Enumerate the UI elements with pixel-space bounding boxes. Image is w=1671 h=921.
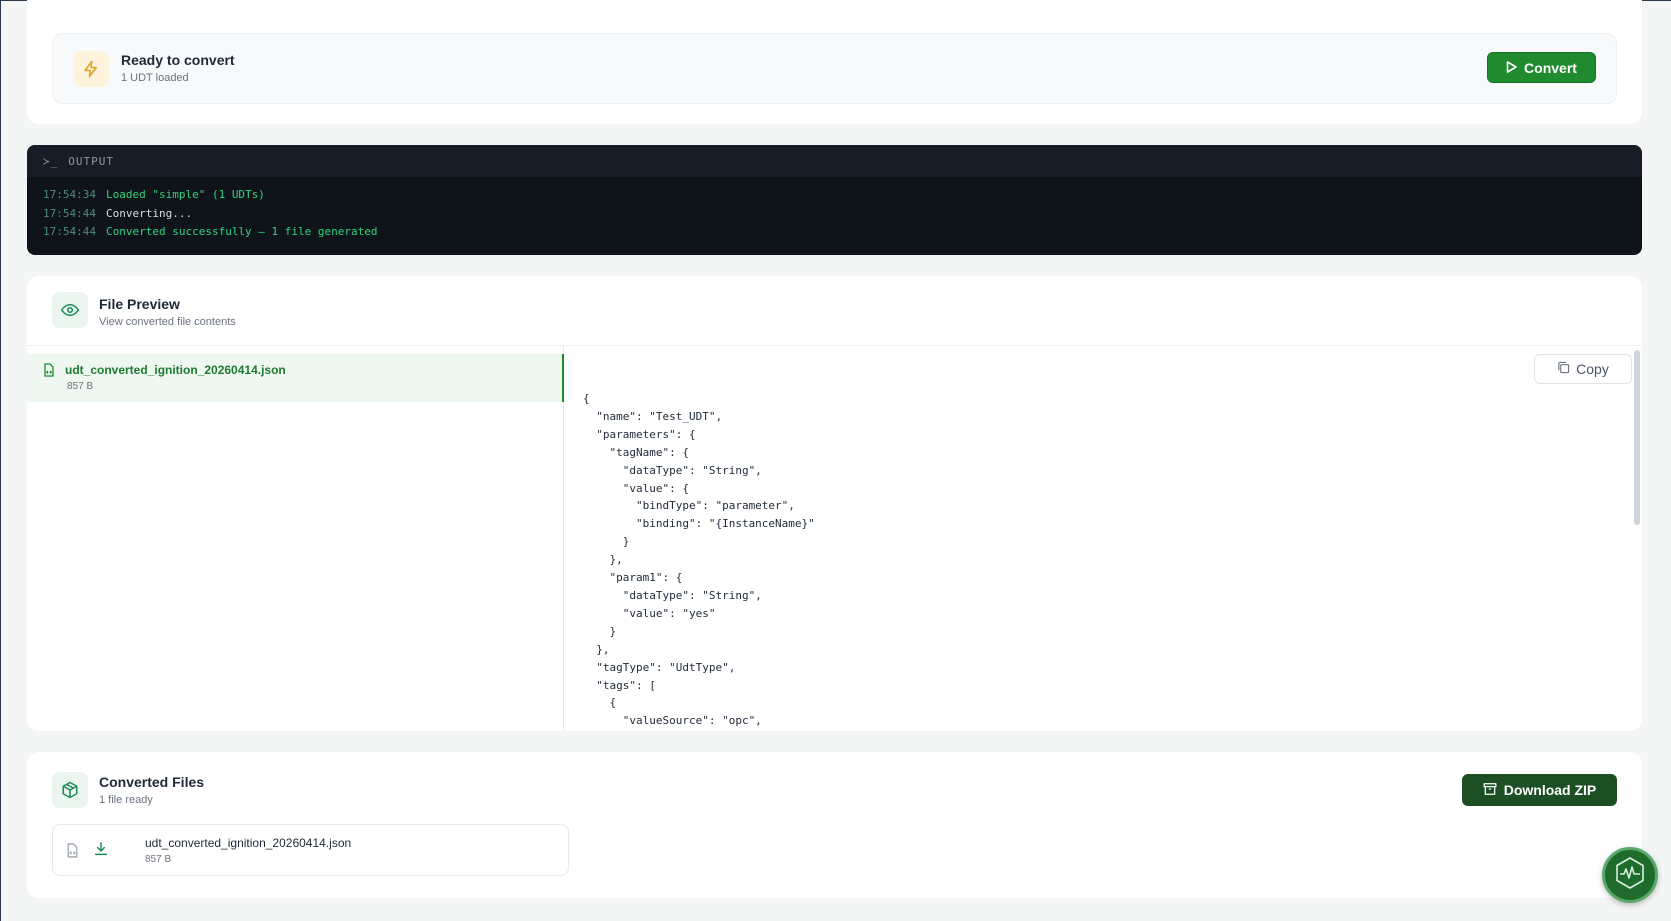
convert-button[interactable]: Convert — [1487, 52, 1596, 83]
terminal-icon: ≻_ — [43, 154, 59, 168]
code-viewer: Copy { "name": "Test_UDT", "parameters":… — [565, 346, 1642, 731]
copy-label: Copy — [1576, 361, 1609, 377]
log-line: 17:54:44 Converted successfully — 1 file… — [43, 223, 1642, 242]
converted-file-row[interactable]: udt_converted_ignition_20260414.json 857… — [52, 824, 569, 876]
preview-file-name: udt_converted_ignition_20260414.json — [65, 363, 286, 377]
log-line: 17:54:34 Loaded "simple" (1 UDTs) — [43, 186, 1642, 205]
preview-file-list: udt_converted_ignition_20260414.json 857… — [27, 346, 564, 731]
copy-icon — [1557, 361, 1570, 377]
convert-card: Ready to convert 1 UDT loaded Convert — [27, 0, 1642, 124]
download-zip-button[interactable]: Download ZIP — [1462, 774, 1617, 806]
output-header: ≻_ OUTPUT — [27, 145, 1642, 177]
preview-subtitle: View converted file contents — [99, 316, 236, 328]
download-zip-label: Download ZIP — [1503, 782, 1597, 798]
log-time: 17:54:34 — [43, 188, 96, 201]
play-icon — [1506, 60, 1517, 76]
log-time: 17:54:44 — [43, 206, 96, 220]
ready-title: Ready to convert — [121, 52, 235, 68]
log-message: Converting... — [105, 206, 193, 220]
bolt-icon — [73, 51, 109, 87]
preview-file-size: 857 B — [67, 381, 94, 392]
eye-icon — [52, 292, 88, 328]
output-title: OUTPUT — [68, 154, 114, 168]
converted-subtitle: 1 file ready — [99, 794, 153, 806]
scrollbar[interactable] — [1634, 350, 1640, 525]
preview-title: File Preview — [99, 296, 180, 312]
log-time: 17:54:44 — [43, 225, 96, 238]
download-icon[interactable] — [93, 841, 109, 862]
preview-file-item[interactable]: udt_converted_ignition_20260414.json 857… — [27, 354, 564, 402]
output-log: 17:54:34 Loaded "simple" (1 UDTs) 17:54:… — [27, 177, 1642, 242]
assistant-fab-button[interactable] — [1602, 847, 1658, 903]
waveform-logo-icon — [1612, 855, 1648, 896]
file-preview-card: File Preview View converted file content… — [27, 276, 1642, 731]
code-file-icon — [66, 843, 79, 863]
log-message: Loaded "simple" (1 UDTs) — [105, 188, 265, 201]
code-content: { "name": "Test_UDT", "parameters": { "t… — [583, 392, 815, 728]
converted-file-size: 857 B — [145, 854, 172, 865]
log-line: 17:54:44 Converting... — [43, 205, 1642, 224]
output-console: ≻_ OUTPUT 17:54:34 Loaded "simple" (1 UD… — [27, 145, 1642, 255]
convert-label: Convert — [1524, 59, 1577, 76]
ready-panel: Ready to convert 1 UDT loaded Convert — [52, 33, 1617, 104]
archive-icon — [1483, 782, 1497, 799]
package-icon — [52, 772, 88, 808]
log-message: Converted successfully — 1 file generate… — [105, 225, 378, 238]
code-file-icon — [43, 363, 55, 382]
converted-file-name: udt_converted_ignition_20260414.json — [145, 836, 352, 850]
converted-title: Converted Files — [99, 774, 205, 790]
ready-subtitle: 1 UDT loaded — [121, 72, 189, 84]
copy-button[interactable]: Copy — [1534, 354, 1632, 384]
converted-files-card: Converted Files 1 file ready Download ZI… — [27, 752, 1642, 898]
